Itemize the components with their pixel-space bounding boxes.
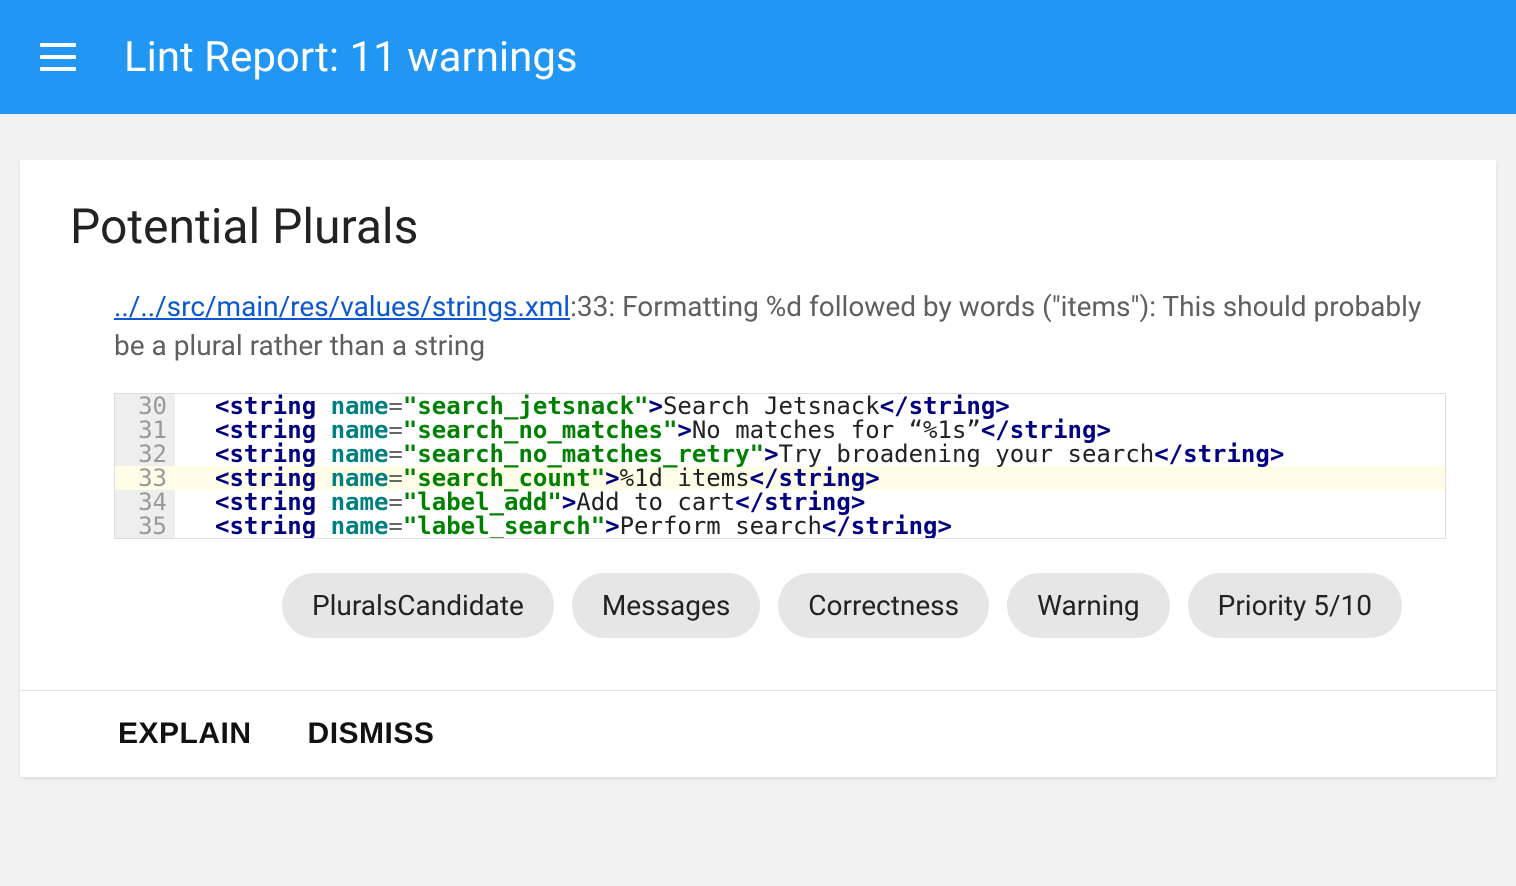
card-actions: EXPLAIN DISMISS bbox=[20, 690, 1496, 777]
file-link[interactable]: ../../src/main/res/values/strings.xml bbox=[114, 290, 570, 323]
app-header: Lint Report: 11 warnings bbox=[0, 0, 1516, 114]
code-content: <string name="search_jetsnack">Search Je… bbox=[175, 394, 1445, 418]
code-line: 30<string name="search_jetsnack">Search … bbox=[115, 394, 1445, 418]
dismiss-button[interactable]: DISMISS bbox=[308, 717, 435, 751]
tag-chip[interactable]: Warning bbox=[1007, 573, 1170, 638]
code-line: 31<string name="search_no_matches">No ma… bbox=[115, 418, 1445, 442]
code-line: 33<string name="search_count">%1d items<… bbox=[115, 466, 1445, 490]
tag-chips: PluralsCandidate Messages Correctness Warni… bbox=[70, 573, 1446, 662]
line-number: 34 bbox=[115, 490, 175, 514]
card-body: Potential Plurals ../../src/main/res/val… bbox=[20, 160, 1496, 690]
tag-chip[interactable]: Correctness bbox=[778, 573, 989, 638]
tag-chip[interactable]: PluralsCandidate bbox=[282, 573, 554, 638]
code-content: <string name="label_add">Add to cart</st… bbox=[175, 490, 1445, 514]
tag-chip[interactable]: Priority 5/10 bbox=[1188, 573, 1402, 638]
hamburger-menu-icon[interactable] bbox=[40, 43, 76, 71]
code-content: <string name="search_count">%1d items</s… bbox=[175, 466, 1445, 490]
line-number: 32 bbox=[115, 442, 175, 466]
code-content: <string name="search_no_matches">No matc… bbox=[175, 418, 1445, 442]
line-number: 31 bbox=[115, 418, 175, 442]
code-line: 35<string name="label_search">Perform se… bbox=[115, 514, 1445, 538]
code-content: <string name="search_no_matches_retry">T… bbox=[175, 442, 1445, 466]
code-content: <string name="label_search">Perform sear… bbox=[175, 514, 1445, 538]
line-number: 30 bbox=[115, 394, 175, 418]
page-title: Lint Report: 11 warnings bbox=[124, 33, 578, 82]
code-line: 34<string name="label_add">Add to cart</… bbox=[115, 490, 1445, 514]
content-area: Potential Plurals ../../src/main/res/val… bbox=[0, 114, 1516, 777]
warning-message: ../../src/main/res/values/strings.xml:33… bbox=[70, 287, 1446, 365]
explain-button[interactable]: EXPLAIN bbox=[118, 717, 252, 751]
line-number: 33 bbox=[115, 466, 175, 490]
warning-card: Potential Plurals ../../src/main/res/val… bbox=[20, 160, 1496, 777]
tag-chip[interactable]: Messages bbox=[572, 573, 760, 638]
line-number: 35 bbox=[115, 514, 175, 538]
card-title: Potential Plurals bbox=[70, 198, 1446, 255]
line-marker: :33: bbox=[570, 290, 622, 323]
code-line: 32<string name="search_no_matches_retry"… bbox=[115, 442, 1445, 466]
code-snippet: 30<string name="search_jetsnack">Search … bbox=[114, 393, 1446, 539]
